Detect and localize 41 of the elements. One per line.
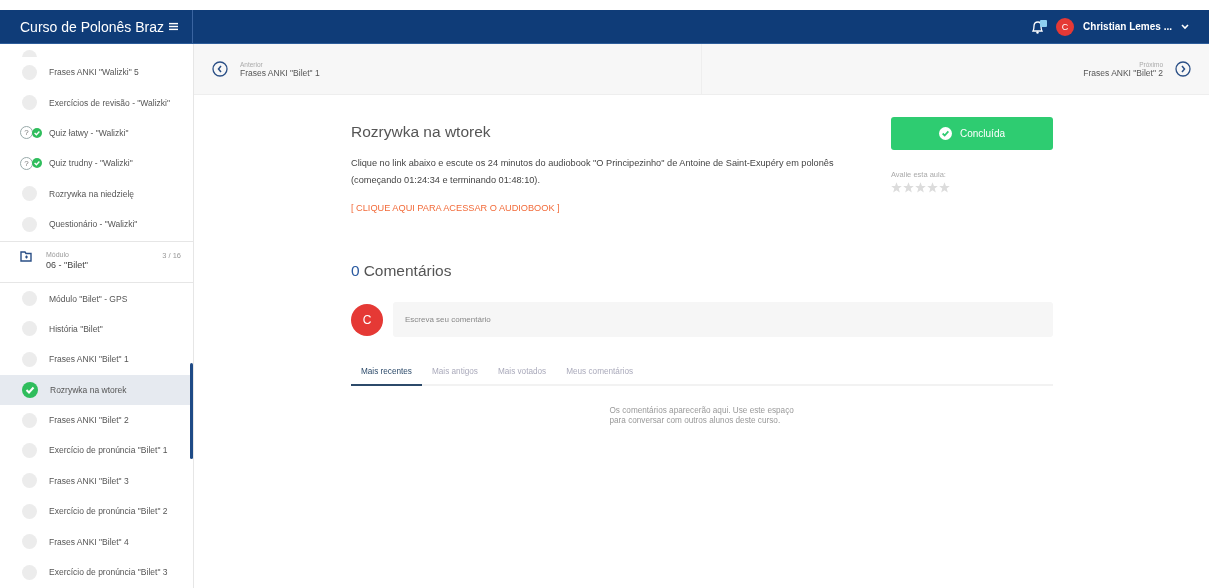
lesson-item[interactable]: Exercício de pronúncia "Bilet" 1 <box>0 435 193 466</box>
lesson-item[interactable]: Questionário - "Walizki" <box>0 208 193 240</box>
star-icon[interactable] <box>915 182 926 193</box>
user-avatar: C <box>351 303 383 336</box>
lesson-item[interactable]: Frases ANKI "Bilet" 4 <box>0 526 193 557</box>
check-circle-icon <box>939 127 952 140</box>
star-rating[interactable] <box>891 182 950 193</box>
lesson-item[interactable]: Frases ANKI "Bilet" 1 <box>0 344 193 375</box>
comment-field[interactable]: Escreva seu comentário <box>393 302 1053 337</box>
lesson-item[interactable]: Frases ANKI "Bilet" 2 <box>0 404 193 436</box>
chevron-right-icon <box>1175 61 1191 77</box>
lesson-item[interactable]: História "Bilet" <box>0 313 193 345</box>
lesson-item[interactable]: Exercício de pronúncia "Bilet" 2 <box>0 496 193 527</box>
lesson-item[interactable]: Rozrywka na wtorek <box>0 374 193 405</box>
lesson-description: Clique no link abaixo e escute os 24 minutos do audiobook "O Principezinho" de Antoine de Saint-Exupéry em polonês (começando 01:24:34 e terminando 01:48:10). <box>351 157 835 187</box>
folder-icon <box>20 251 32 263</box>
star-icon[interactable] <box>903 182 914 193</box>
notification-icon[interactable] <box>1031 19 1048 34</box>
lesson-item[interactable]: Frases ANKI "Bilet" 3 <box>0 465 193 497</box>
caret-icon[interactable] <box>1181 23 1189 30</box>
module-title: 06 - "Bilet" <box>46 260 89 271</box>
lesson-item[interactable]: Módulo "Bilet" - GPS <box>0 283 193 314</box>
menu-icon[interactable] <box>168 22 178 31</box>
lesson-item[interactable]: ? Quiz trudny - "Walizki" <box>0 148 193 179</box>
lesson-title: Rozrywka na wtorek <box>351 123 492 141</box>
sort-tab[interactable]: Mais recentes <box>351 367 422 386</box>
user-name[interactable]: Christian Lemes ... <box>1083 21 1172 32</box>
lesson-item[interactable]: Frases ANKI "Walizki" 5 <box>0 57 193 88</box>
star-icon[interactable] <box>927 182 938 193</box>
lesson-item[interactable]: Exercícios de revisão - "Walizki" <box>0 87 193 118</box>
course-title: Curso de Polonês Braz <box>20 18 164 35</box>
comment-count: 0 <box>351 262 360 280</box>
empty-comments-message: Os comentários aparecerão aqui. Use este espaço para conversar com outros alunos deste curso. <box>609 406 795 425</box>
lesson-item[interactable]: Rozrywka na niedzielę <box>0 178 193 209</box>
lesson-item[interactable]: Exercício de pronúncia "Bilet" 3 <box>0 556 193 588</box>
chevron-left-icon <box>212 61 228 77</box>
lesson-item[interactable]: ? Quiz łatwy - "Walizki" <box>0 117 193 149</box>
comments-heading: Comentários <box>363 262 452 280</box>
star-icon[interactable] <box>939 182 950 193</box>
user-avatar[interactable]: C <box>1056 17 1075 36</box>
star-icon[interactable] <box>891 182 902 193</box>
